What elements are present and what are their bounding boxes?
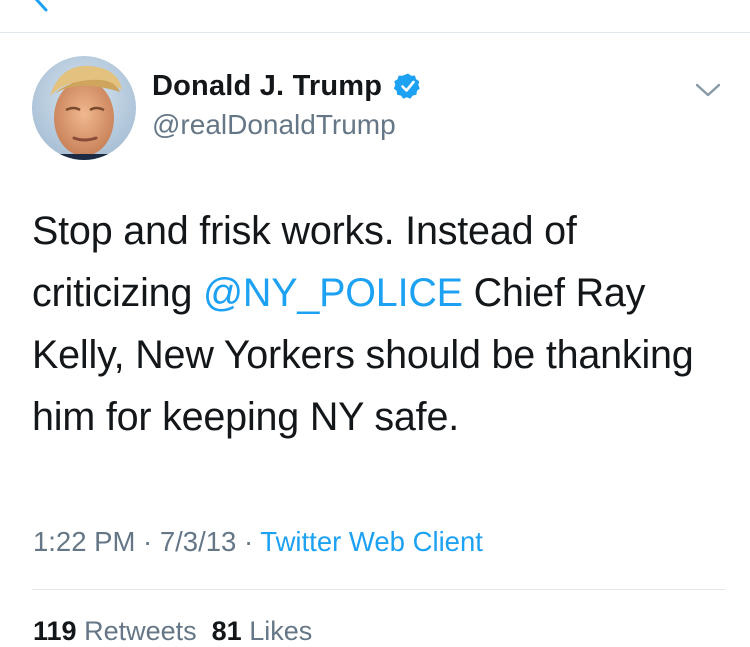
retweets-stat[interactable]: 119 Retweets xyxy=(33,616,197,646)
retweets-label: Retweets xyxy=(84,616,197,646)
author-handle[interactable]: @realDonaldTrump xyxy=(152,109,396,141)
tweet-stats: 119 Retweets 81 Likes xyxy=(33,616,312,647)
meta-separator: · xyxy=(135,526,160,557)
tweet-time: 1:22 PM xyxy=(33,526,136,557)
chevron-left-icon[interactable] xyxy=(28,0,54,12)
author-display-name[interactable]: Donald J. Trump xyxy=(152,70,382,103)
tweet-client-link[interactable]: Twitter Web Client xyxy=(260,526,483,557)
likes-label: Likes xyxy=(249,616,313,646)
likes-stat[interactable]: 81 Likes xyxy=(212,616,313,646)
verified-badge-icon xyxy=(394,73,420,99)
navigation-bar xyxy=(0,0,750,33)
tweet-meta: 1:22 PM · 7/3/13 · Twitter Web Client xyxy=(33,526,483,558)
tweet-date: 7/3/13 xyxy=(159,526,237,557)
mention-link[interactable]: @NY_POLICE xyxy=(203,271,463,315)
avatar[interactable] xyxy=(32,56,136,160)
tweet-text: Stop and frisk works. Instead of critici… xyxy=(32,200,732,448)
meta-separator: · xyxy=(236,526,261,557)
retweets-count: 119 xyxy=(33,616,77,646)
likes-count: 81 xyxy=(211,616,242,646)
chevron-down-icon[interactable] xyxy=(694,79,722,101)
divider xyxy=(32,589,725,590)
